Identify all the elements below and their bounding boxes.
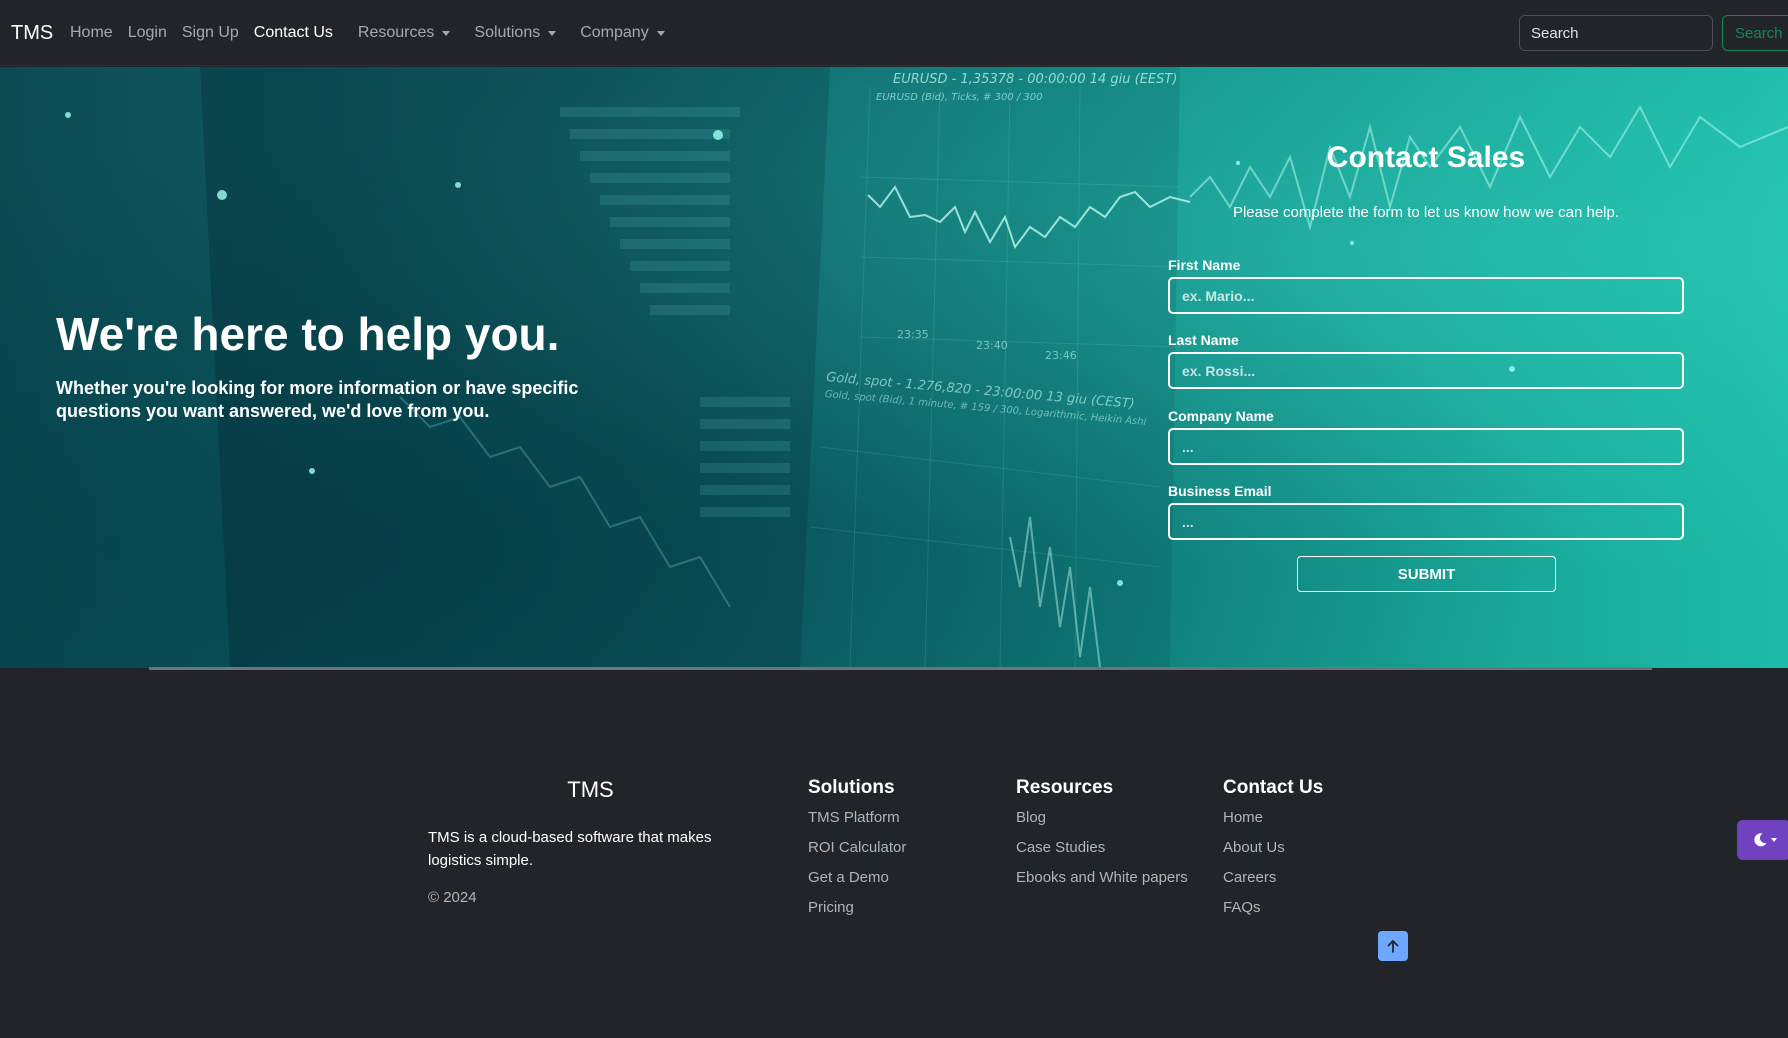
chevron-down-icon	[656, 30, 665, 36]
nav-signup[interactable]: Sign Up	[182, 24, 239, 42]
chevron-down-icon	[548, 30, 557, 36]
hero-title: We're here to help you.	[56, 308, 560, 360]
company-name-label: Company Name	[1168, 408, 1274, 424]
footer-description: TMS is a cloud-based software that makes…	[428, 829, 712, 869]
footer-brand: TMS	[567, 777, 614, 802]
footer-link-careers[interactable]: Careers	[1223, 868, 1423, 898]
footer-link-home[interactable]: Home	[1223, 808, 1423, 838]
nav-dropdown-label: Solutions	[474, 24, 541, 41]
bg-chart1-subtitle: EURUSD (Bid), Ticks, # 300 / 300	[876, 92, 1042, 103]
footer-link-ebooks[interactable]: Ebooks and White papers	[1016, 868, 1236, 898]
nav-dropdown-company[interactable]: Company	[580, 24, 665, 42]
search-input[interactable]	[1519, 15, 1713, 51]
contact-form-description: Please complete the form to let us know …	[1232, 204, 1620, 221]
bg-chart1-time: 23:40	[976, 339, 1008, 352]
hero-subtitle: Whether you're looking for more informat…	[56, 378, 579, 421]
footer-link-case-studies[interactable]: Case Studies	[1016, 838, 1236, 868]
footer-link-roi-calculator[interactable]: ROI Calculator	[808, 838, 1008, 868]
nav-links: Home Login Sign Up Contact Us Resources …	[70, 0, 679, 66]
submit-button[interactable]: SUBMIT	[1297, 556, 1556, 592]
chevron-down-icon	[442, 30, 451, 36]
last-name-label: Last Name	[1168, 332, 1239, 348]
navbar: TMS Home Login Sign Up Contact Us Resour…	[0, 0, 1788, 66]
footer-column-title: Resources	[1016, 777, 1114, 798]
back-to-top-button[interactable]	[1378, 931, 1408, 961]
footer-column-solutions: Solutions TMS Platform ROI Calculator Ge…	[808, 777, 1008, 928]
business-email-field[interactable]	[1168, 503, 1684, 540]
footer-link-about-us[interactable]: About Us	[1223, 838, 1423, 868]
bg-chart1-time: 23:35	[897, 328, 929, 341]
footer-link-blog[interactable]: Blog	[1016, 808, 1236, 838]
theme-toggle-button[interactable]	[1737, 820, 1788, 860]
business-email-label: Business Email	[1168, 483, 1272, 499]
nav-dropdown-label: Company	[580, 24, 649, 41]
footer-column-resources: Resources Blog Case Studies Ebooks and W…	[1016, 777, 1236, 898]
nav-login[interactable]: Login	[128, 24, 167, 42]
footer-copyright: © 2024	[428, 889, 477, 906]
company-name-field[interactable]	[1168, 428, 1684, 465]
footer-column-title: Contact Us	[1223, 777, 1324, 798]
footer-link-get-a-demo[interactable]: Get a Demo	[808, 868, 1008, 898]
bg-chart1-title: EURUSD - 1,35378 - 00:00:00 14 giu (EEST…	[893, 72, 1177, 87]
footer-column-contact-us: Contact Us Home About Us Careers FAQs	[1223, 777, 1423, 928]
last-name-field[interactable]	[1168, 352, 1684, 389]
first-name-field[interactable]	[1168, 277, 1684, 314]
nav-dropdown-solutions[interactable]: Solutions	[474, 24, 557, 42]
footer-link-pricing[interactable]: Pricing	[808, 898, 1008, 928]
nav-contact-us[interactable]: Contact Us	[254, 24, 333, 42]
arrow-up-icon	[1387, 940, 1399, 953]
contact-form-title: Contact Sales	[1326, 141, 1526, 174]
moon-icon	[1753, 833, 1766, 847]
footer-link-tms-platform[interactable]: TMS Platform	[808, 808, 1008, 838]
nav-dropdown-label: Resources	[357, 24, 435, 41]
hero-divider	[149, 667, 1652, 670]
first-name-label: First Name	[1168, 257, 1241, 273]
hero-section: EURUSD - 1,35378 - 00:00:00 14 giu (EEST…	[0, 67, 1788, 668]
footer-column-title: Solutions	[808, 777, 895, 798]
brand-logo[interactable]: TMS	[11, 22, 53, 45]
nav-dropdown-resources[interactable]: Resources	[357, 24, 451, 42]
footer-link-faqs[interactable]: FAQs	[1223, 898, 1423, 928]
bg-chart1-time: 23:46	[1045, 349, 1077, 362]
nav-home[interactable]: Home	[70, 24, 113, 42]
search-button[interactable]: Search	[1722, 15, 1788, 51]
chevron-down-icon	[1770, 838, 1777, 842]
